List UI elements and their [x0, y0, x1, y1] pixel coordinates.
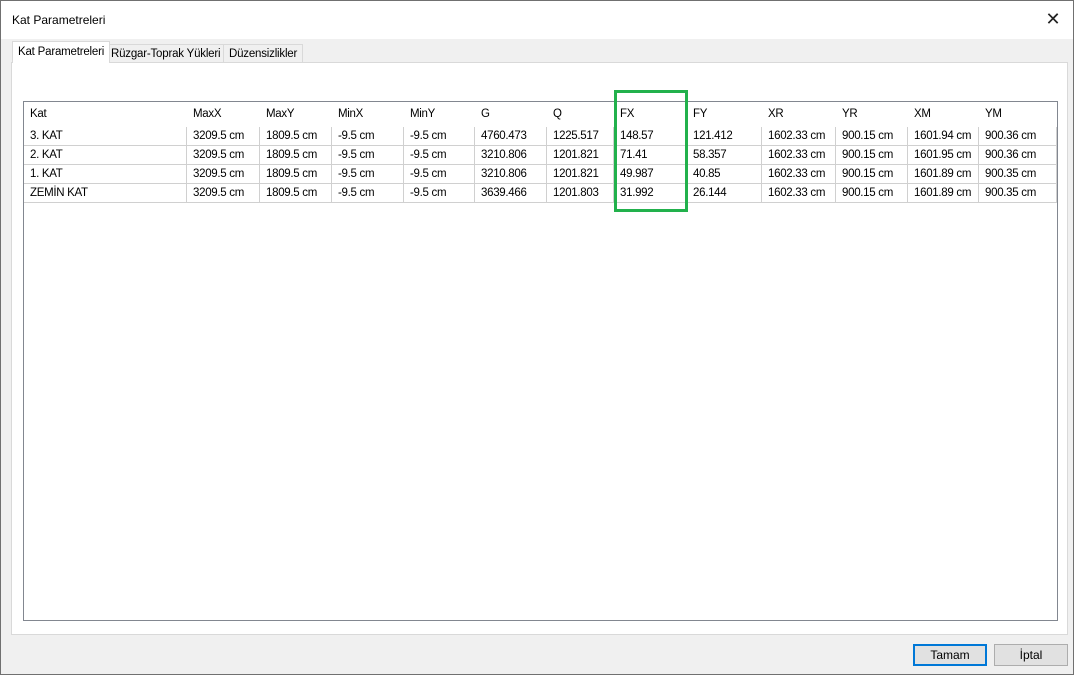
cell-miny: -9.5 cm — [404, 184, 475, 203]
table-row[interactable]: 1. KAT 3209.5 cm 1809.5 cm -9.5 cm -9.5 cm 32… — [24, 165, 1057, 184]
cell-g: 3639.466 — [475, 184, 547, 203]
cell-yr: 900.15 cm — [836, 127, 908, 146]
title-bar: Kat Parametreleri ✕ — [1, 1, 1073, 39]
cell-maxy: 1809.5 cm — [260, 165, 332, 184]
tab-duzensizlikler[interactable]: Düzensizlikler — [223, 44, 304, 63]
floor-parameters-table[interactable]: Kat MaxX MaxY MinX MinY G Q FX FY XR YR XM YM 3. KAT… — [23, 101, 1058, 621]
cell-kat: ZEMİN KAT — [24, 184, 187, 203]
cell-yr: 900.15 cm — [836, 165, 908, 184]
cell-maxx: 3209.5 cm — [187, 146, 260, 165]
cell-yr: 900.15 cm — [836, 146, 908, 165]
column-header-ym[interactable]: YM — [979, 105, 1057, 124]
cell-kat: 1. KAT — [24, 165, 187, 184]
cell-fy: 40.85 — [687, 165, 762, 184]
cell-kat: 2. KAT — [24, 146, 187, 165]
cell-minx: -9.5 cm — [332, 127, 404, 146]
column-header-q[interactable]: Q — [547, 105, 614, 124]
cell-fy: 26.144 — [687, 184, 762, 203]
column-header-minx[interactable]: MinX — [332, 105, 404, 124]
close-icon[interactable]: ✕ — [1041, 7, 1065, 31]
cell-maxx: 3209.5 cm — [187, 184, 260, 203]
cell-maxy: 1809.5 cm — [260, 146, 332, 165]
cell-q: 1201.803 — [547, 184, 614, 203]
cell-xm: 1601.89 cm — [908, 165, 979, 184]
cell-ym: 900.36 cm — [979, 146, 1057, 165]
cell-xr: 1602.33 cm — [762, 146, 836, 165]
fx-column-highlight — [614, 90, 688, 212]
cell-kat: 3. KAT — [24, 127, 187, 146]
cancel-button[interactable]: İptal — [994, 644, 1068, 666]
table-header: Kat MaxX MaxY MinX MinY G Q FX FY XR YR XM YM — [24, 105, 1057, 124]
cell-miny: -9.5 cm — [404, 165, 475, 184]
column-header-miny[interactable]: MinY — [404, 105, 475, 124]
cell-g: 4760.473 — [475, 127, 547, 146]
column-header-g[interactable]: G — [475, 105, 547, 124]
window-title: Kat Parametreleri — [12, 13, 106, 27]
cell-xm: 1601.89 cm — [908, 184, 979, 203]
column-header-fy[interactable]: FY — [687, 105, 762, 124]
column-header-kat[interactable]: Kat — [24, 105, 187, 124]
cell-maxx: 3209.5 cm — [187, 127, 260, 146]
column-header-maxy[interactable]: MaxY — [260, 105, 332, 124]
column-header-xr[interactable]: XR — [762, 105, 836, 124]
cell-xm: 1601.94 cm — [908, 127, 979, 146]
cell-ym: 900.35 cm — [979, 184, 1057, 203]
cell-ym: 900.36 cm — [979, 127, 1057, 146]
column-header-yr[interactable]: YR — [836, 105, 908, 124]
cell-maxy: 1809.5 cm — [260, 184, 332, 203]
cell-minx: -9.5 cm — [332, 165, 404, 184]
cell-q: 1225.517 — [547, 127, 614, 146]
tab-ruzgar-toprak-yukleri[interactable]: Rüzgar-Toprak Yükleri — [105, 44, 227, 63]
cell-q: 1201.821 — [547, 146, 614, 165]
cell-q: 1201.821 — [547, 165, 614, 184]
ok-button[interactable]: Tamam — [913, 644, 987, 666]
cell-yr: 900.15 cm — [836, 184, 908, 203]
cell-fy: 121.412 — [687, 127, 762, 146]
column-header-xm[interactable]: XM — [908, 105, 979, 124]
cell-miny: -9.5 cm — [404, 127, 475, 146]
table-row[interactable]: 3. KAT 3209.5 cm 1809.5 cm -9.5 cm -9.5 cm 47… — [24, 127, 1057, 146]
cell-miny: -9.5 cm — [404, 146, 475, 165]
cell-minx: -9.5 cm — [332, 184, 404, 203]
tab-kat-parametreleri[interactable]: Kat Parametreleri — [12, 41, 111, 63]
cell-ym: 900.35 cm — [979, 165, 1057, 184]
cell-minx: -9.5 cm — [332, 146, 404, 165]
cell-xr: 1602.33 cm — [762, 165, 836, 184]
cell-maxy: 1809.5 cm — [260, 127, 332, 146]
cell-fy: 58.357 — [687, 146, 762, 165]
cell-g: 3210.806 — [475, 146, 547, 165]
cell-g: 3210.806 — [475, 165, 547, 184]
cell-xr: 1602.33 cm — [762, 127, 836, 146]
cell-xm: 1601.95 cm — [908, 146, 979, 165]
table-row[interactable]: 2. KAT 3209.5 cm 1809.5 cm -9.5 cm -9.5 cm 32… — [24, 146, 1057, 165]
cell-xr: 1602.33 cm — [762, 184, 836, 203]
column-header-maxx[interactable]: MaxX — [187, 105, 260, 124]
table-row[interactable]: ZEMİN KAT 3209.5 cm 1809.5 cm -9.5 cm -9.5 c… — [24, 184, 1057, 203]
cell-maxx: 3209.5 cm — [187, 165, 260, 184]
